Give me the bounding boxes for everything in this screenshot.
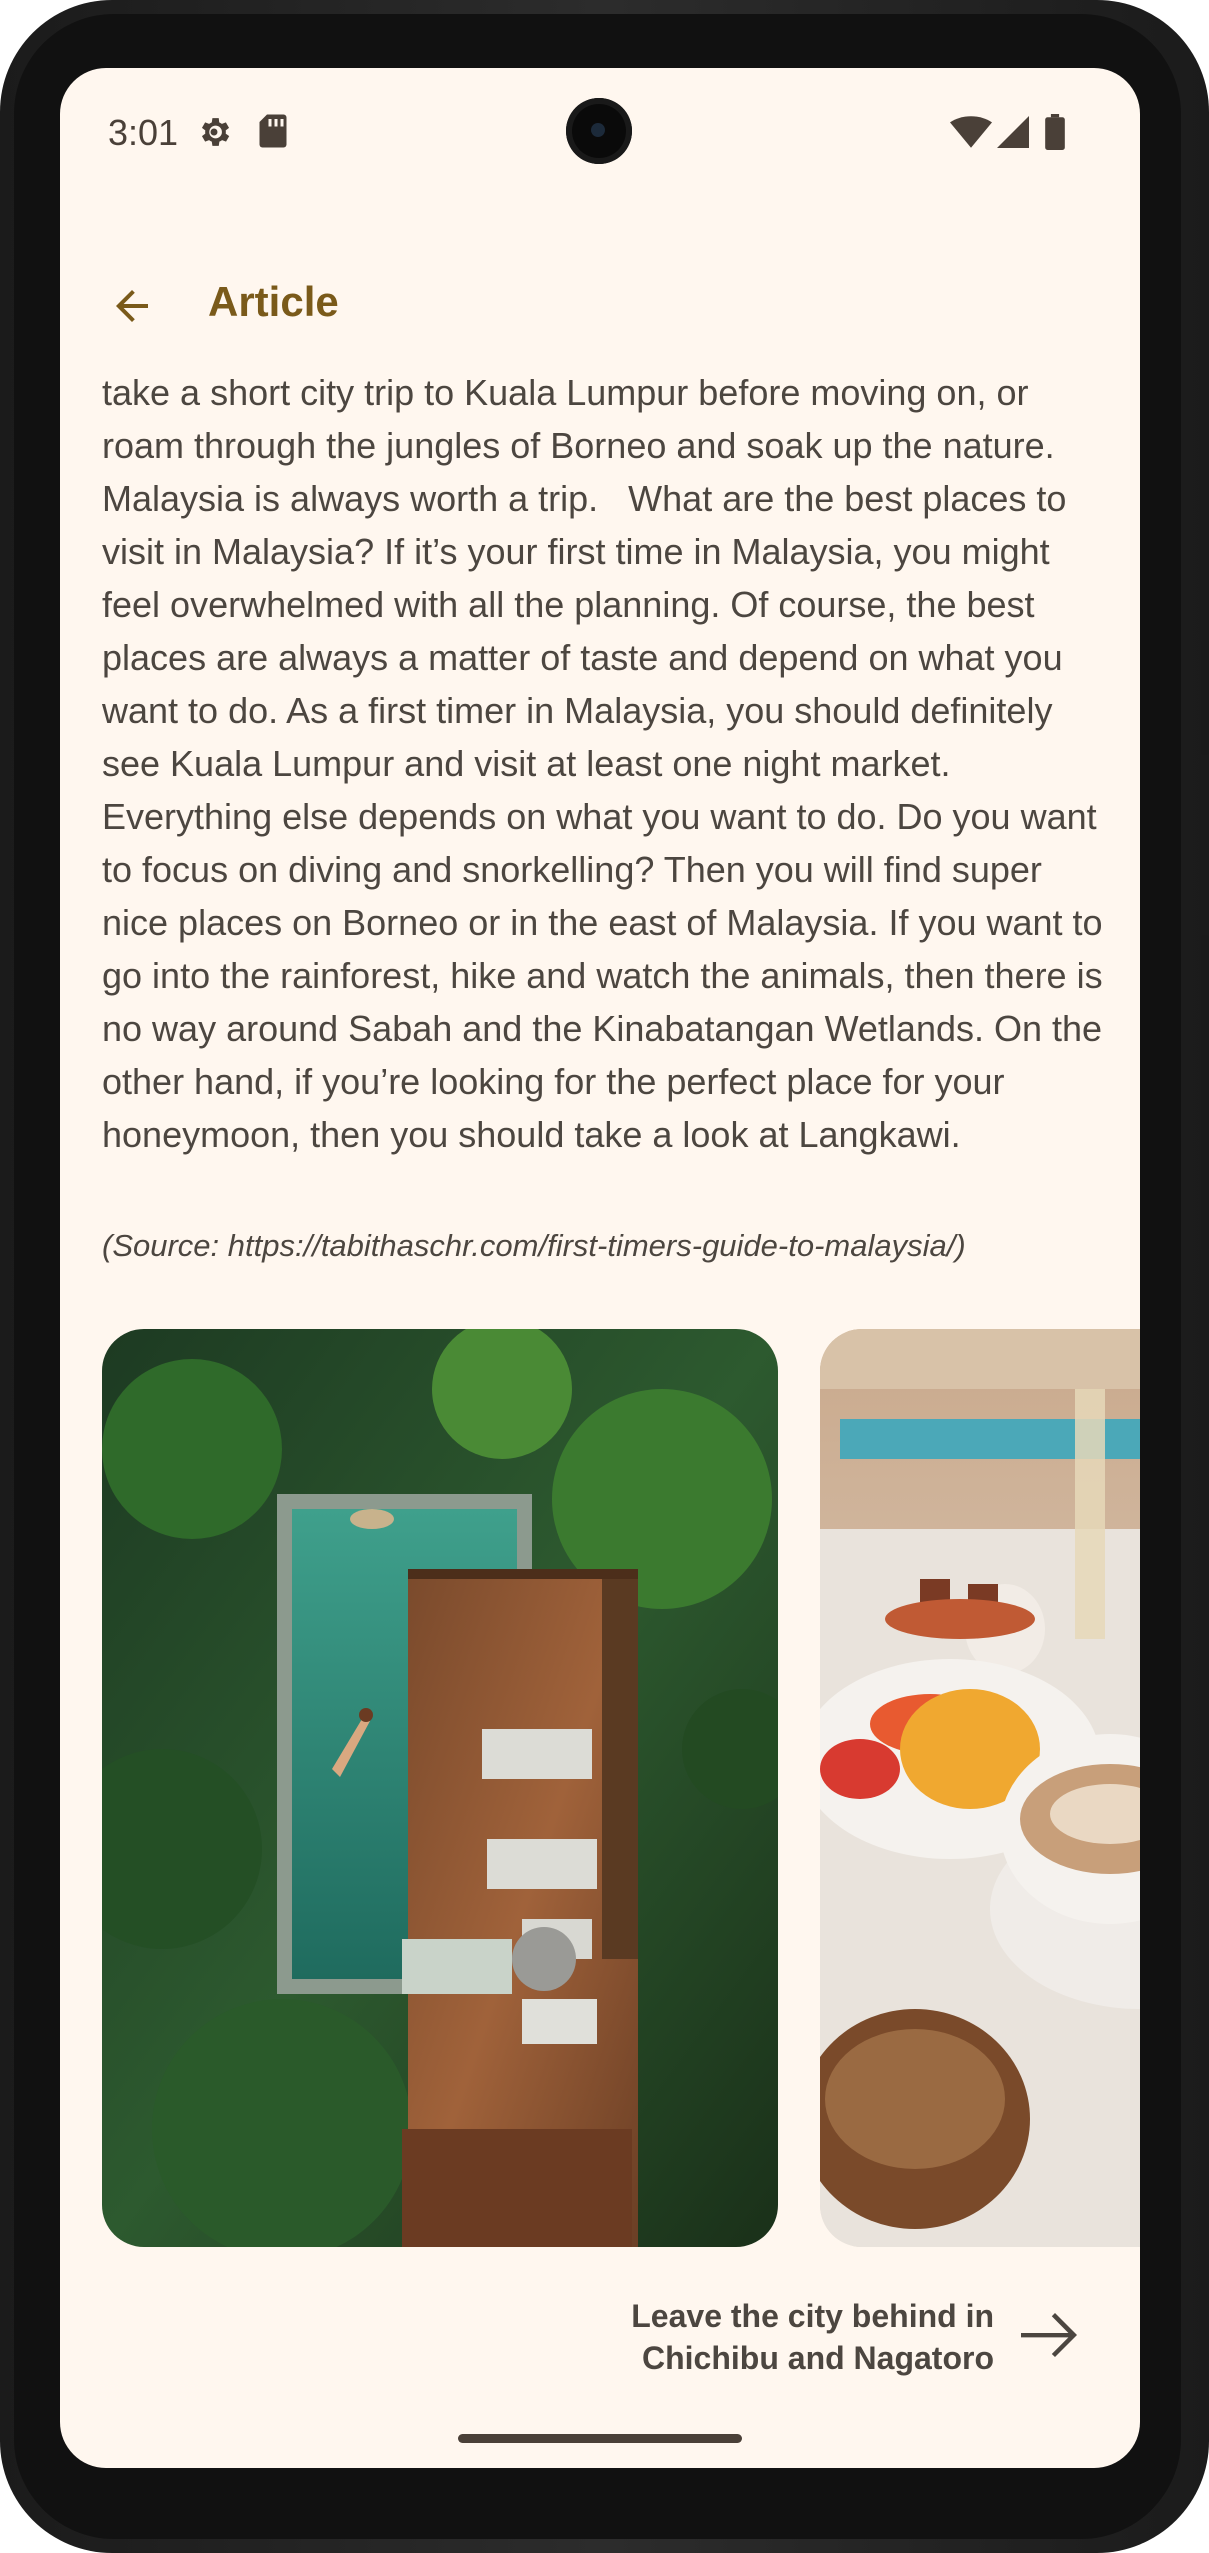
settings-icon <box>195 113 233 156</box>
article-body: take a short city trip to Kuala Lumpur b… <box>102 372 1113 1155</box>
image-carousel[interactable] <box>60 1329 1140 2249</box>
article-source: (Source: https://tabithaschr.com/first-t… <box>102 1228 966 1263</box>
cellular-signal-icon <box>997 116 1029 153</box>
next-article-label-line2: Chichibu and Nagatoro <box>642 2340 994 2376</box>
carousel-item-2[interactable] <box>820 1329 1140 2247</box>
next-article-label: Leave the city behind in Chichibu and Na… <box>594 2295 994 2379</box>
top-app-bar: Article <box>60 258 1140 358</box>
breakfast-table-image <box>820 1329 1140 2247</box>
status-time: 3:01 <box>108 112 179 153</box>
status-bar: 3:01 <box>60 68 1140 198</box>
screen: 3:01 Article take a short city trip to K… <box>60 68 1140 2468</box>
wifi-icon <box>950 116 992 153</box>
back-button[interactable] <box>96 272 168 344</box>
carousel-item-1[interactable] <box>102 1329 778 2247</box>
power-button <box>1201 935 1209 1250</box>
battery-icon <box>1045 114 1065 155</box>
sd-card-icon <box>258 113 288 154</box>
home-indicator[interactable] <box>458 2434 742 2443</box>
page-title: Article <box>208 278 339 325</box>
volume-button <box>1201 640 1209 755</box>
next-article-label-line1: Leave the city behind in <box>631 2298 994 2334</box>
next-article-link[interactable]: Leave the city behind in Chichibu and Na… <box>620 2291 1120 2391</box>
arrow-back-icon <box>108 282 156 335</box>
aerial-pool-image <box>102 1329 778 2247</box>
device-frame: 3:01 Article take a short city trip to K… <box>0 0 1209 2553</box>
arrow-forward-icon <box>1014 2305 1084 2365</box>
front-camera <box>566 98 632 164</box>
